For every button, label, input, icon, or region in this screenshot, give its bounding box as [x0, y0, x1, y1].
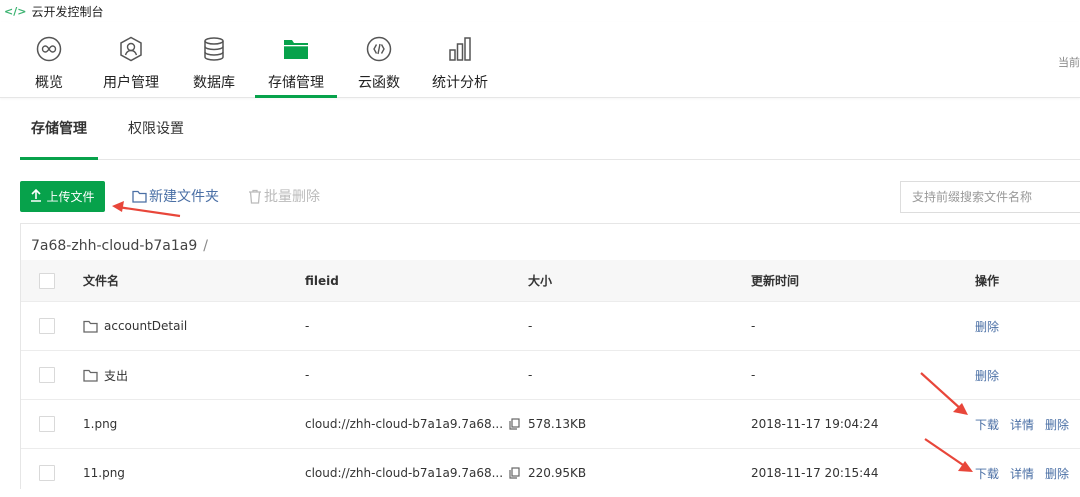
database-icon — [201, 36, 227, 62]
delete-link[interactable]: 删除 — [1045, 416, 1069, 433]
batch-delete-button[interactable]: 批量删除 — [248, 186, 320, 206]
nav-label: 存储管理 — [268, 75, 324, 91]
download-link[interactable]: 下载 — [975, 465, 999, 482]
table-header: 文件名 fileid 大小 更新时间 操作 — [21, 260, 1080, 301]
header-filename: 文件名 — [83, 274, 120, 288]
folder-icon — [283, 36, 309, 62]
delete-link[interactable]: 删除 — [975, 318, 999, 335]
tab-storage-management[interactable]: 存储管理 — [20, 100, 98, 160]
upload-arrow-icon — [30, 188, 42, 205]
nav-label: 用户管理 — [103, 75, 159, 91]
function-icon — [366, 36, 392, 62]
download-link[interactable]: 下载 — [975, 416, 999, 433]
new-folder-label: 新建文件夹 — [149, 189, 219, 205]
breadcrumb-path[interactable]: 7a68-zhh-cloud-b7a1a9 — [31, 238, 197, 254]
top-nav: 概览 用户管理 数据库 存储管理 云函数 统计分析 当前 — [0, 22, 1080, 98]
details-link[interactable]: 详情 — [1010, 416, 1034, 433]
nav-item-storage[interactable]: 存储管理 — [255, 22, 337, 98]
table-row: 1.png cloud://zhh-cloud-b7a1a9.7a68... 5… — [21, 399, 1080, 448]
folder-outline-icon — [83, 369, 98, 382]
file-id: cloud://zhh-cloud-b7a1a9.7a68... — [305, 417, 504, 431]
row-checkbox[interactable] — [39, 318, 55, 334]
copy-icon[interactable] — [509, 418, 520, 430]
nav-item-statistics[interactable]: 统计分析 — [431, 22, 489, 98]
nav-item-cloud-function[interactable]: 云函数 — [356, 22, 402, 98]
file-size: 220.95KB — [528, 466, 587, 480]
breadcrumb-separator: / — [203, 238, 208, 254]
row-checkbox[interactable] — [39, 465, 55, 481]
row-checkbox[interactable] — [39, 416, 55, 432]
nav-label: 云函数 — [358, 75, 400, 91]
header-actions: 操作 — [975, 274, 1000, 288]
breadcrumb: 7a68-zhh-cloud-b7a1a9 / — [31, 238, 208, 254]
folder-outline-icon — [83, 320, 98, 333]
toolbar: 上传文件 新建文件夹 批量删除 支持前缀搜索文件名称 — [20, 181, 1080, 213]
file-id: cloud://zhh-cloud-b7a1a9.7a68... — [305, 466, 504, 480]
file-name[interactable]: 11.png — [83, 449, 125, 497]
file-updated: - — [751, 368, 756, 382]
file-id: - — [305, 368, 310, 382]
code-logo-icon: </> — [4, 4, 27, 18]
folder-outline-icon — [132, 190, 147, 203]
nav-item-user-management[interactable]: 用户管理 — [102, 22, 160, 98]
file-panel: 7a68-zhh-cloud-b7a1a9 / 文件名 fileid 大小 更新时… — [20, 223, 1080, 489]
file-size: 578.13KB — [528, 417, 587, 431]
table-row: 11.png cloud://zhh-cloud-b7a1a9.7a68... … — [21, 448, 1080, 497]
select-all-checkbox[interactable] — [39, 272, 55, 289]
delete-link[interactable]: 删除 — [975, 367, 999, 384]
file-name[interactable]: accountDetail — [104, 319, 187, 333]
table-row: 支出 - - - 删除 — [21, 350, 1080, 399]
row-checkbox[interactable] — [39, 367, 55, 383]
trash-icon — [249, 189, 261, 204]
app-title: 云开发控制台 — [31, 4, 104, 19]
sub-tabs: 存储管理 权限设置 — [20, 100, 1080, 160]
header-updated: 更新时间 — [751, 274, 800, 288]
file-name[interactable]: 1.png — [83, 400, 117, 448]
details-link[interactable]: 详情 — [1010, 465, 1034, 482]
file-name[interactable]: 支出 — [104, 367, 128, 384]
nav-label: 数据库 — [193, 75, 235, 91]
infinity-icon — [36, 36, 62, 62]
user-icon — [118, 36, 144, 62]
file-size: - — [528, 368, 533, 382]
header-size: 大小 — [528, 274, 553, 288]
copy-icon[interactable] — [509, 467, 520, 479]
file-updated: 2018-11-17 20:15:44 — [751, 466, 879, 480]
upload-file-button[interactable]: 上传文件 — [20, 181, 105, 212]
delete-link[interactable]: 删除 — [1045, 465, 1069, 482]
table-row: accountDetail - - - 删除 — [21, 301, 1080, 350]
nav-item-overview[interactable]: 概览 — [33, 22, 65, 98]
header-fileid: fileid — [305, 273, 339, 288]
current-env-label: 当前 — [1058, 56, 1080, 69]
upload-label: 上传文件 — [46, 190, 95, 204]
nav-label: 统计分析 — [432, 75, 488, 91]
batch-delete-label: 批量删除 — [264, 189, 320, 205]
file-updated: - — [751, 319, 756, 333]
nav-item-database[interactable]: 数据库 — [191, 22, 237, 98]
tab-permission-settings[interactable]: 权限设置 — [128, 100, 184, 160]
new-folder-button[interactable]: 新建文件夹 — [132, 186, 219, 206]
bar-chart-icon — [447, 36, 473, 62]
file-updated: 2018-11-17 19:04:24 — [751, 417, 879, 431]
file-size: - — [528, 319, 533, 333]
search-input[interactable]: 支持前缀搜索文件名称 — [900, 181, 1080, 213]
nav-label: 概览 — [35, 75, 63, 91]
file-id: - — [305, 319, 310, 333]
title-bar: </> 云开发控制台 — [0, 0, 1080, 22]
